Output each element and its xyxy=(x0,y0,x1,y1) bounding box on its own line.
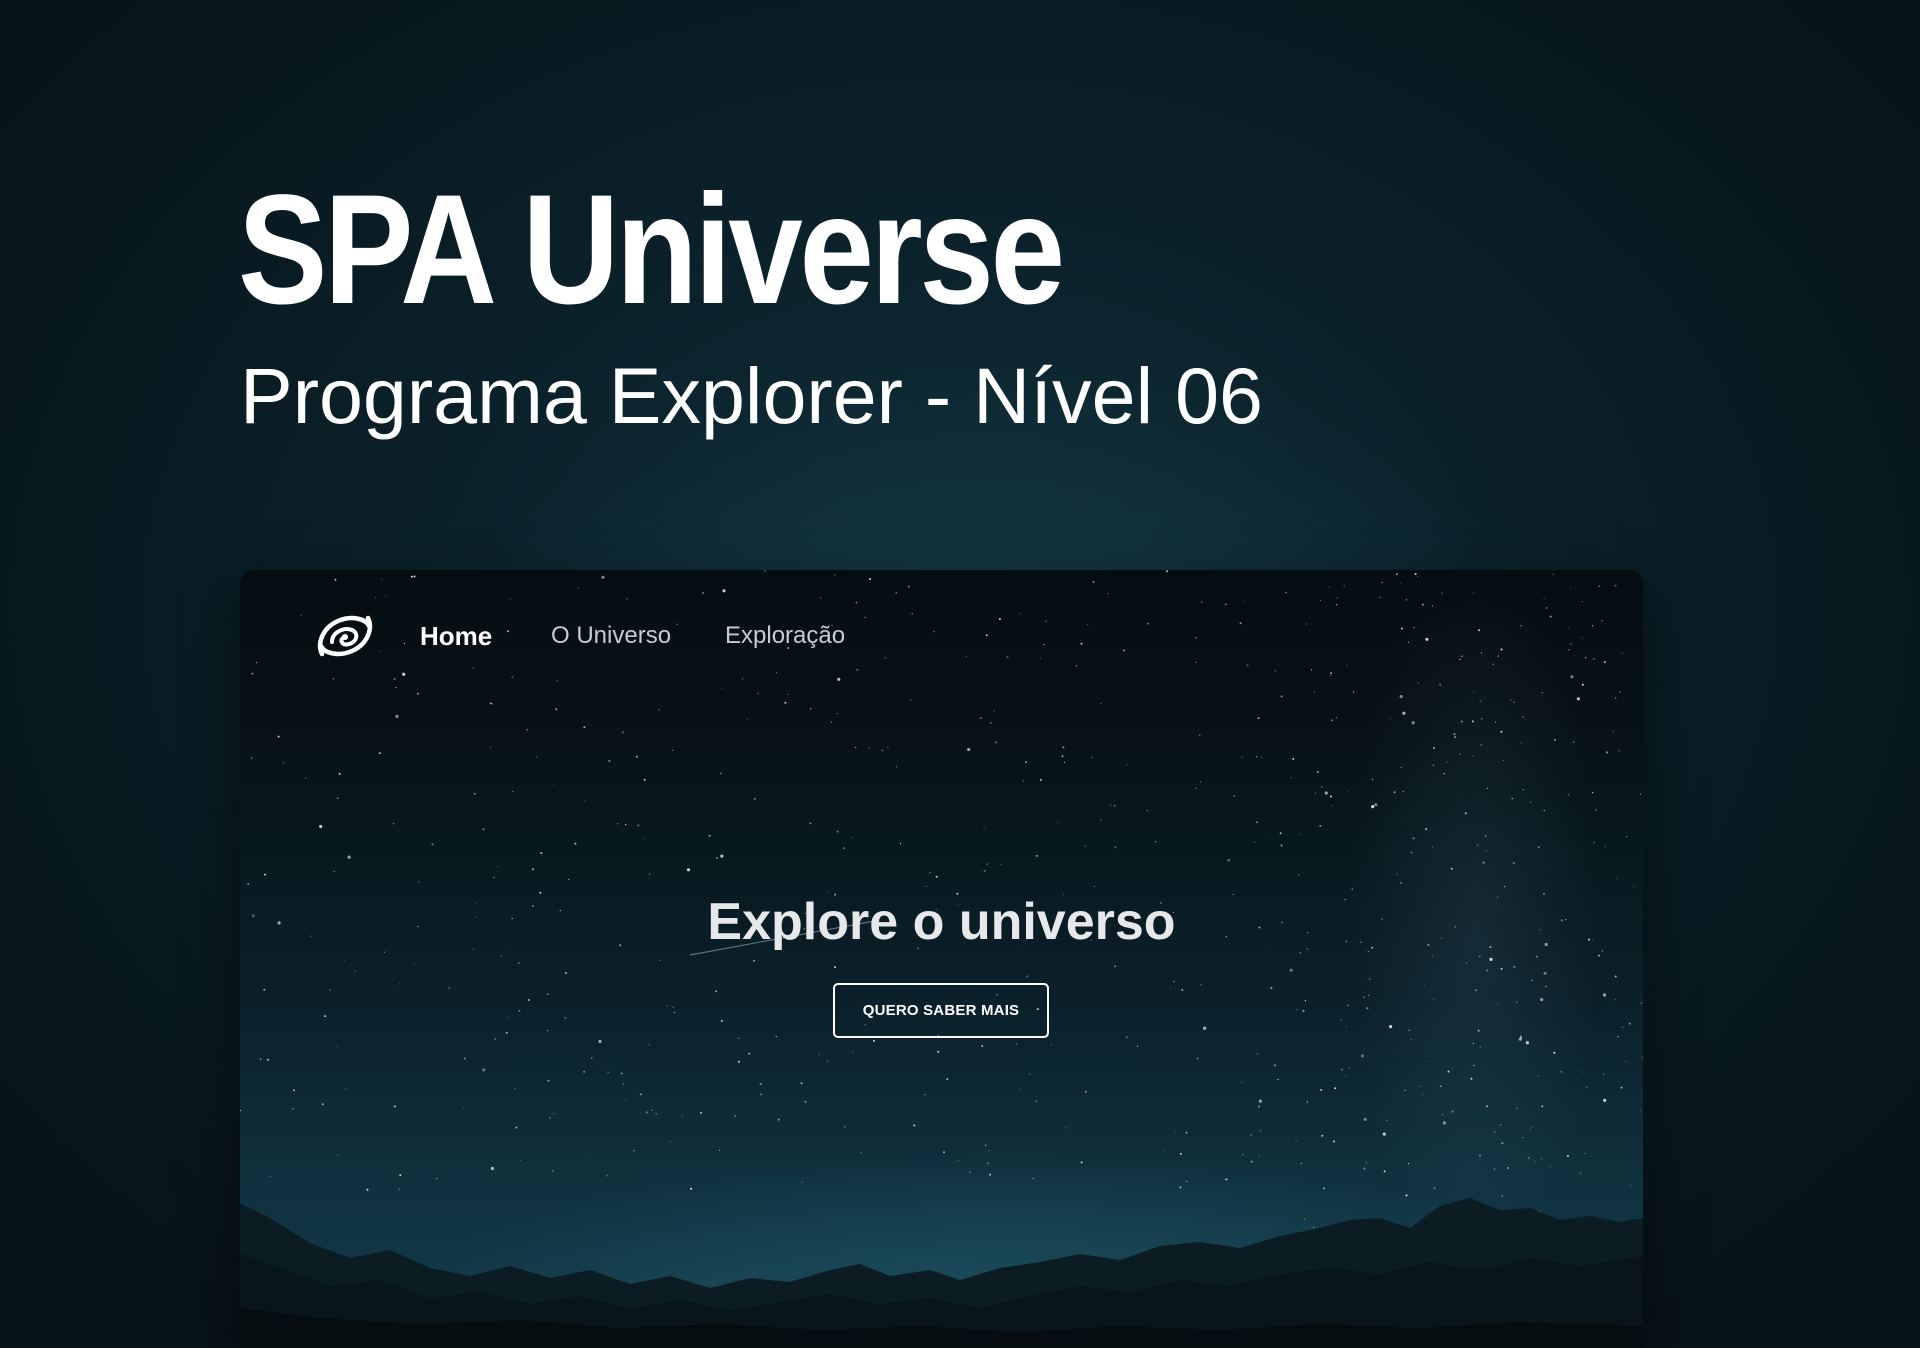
site-preview: Home O Universo Exploração Explore o uni… xyxy=(240,570,1643,1348)
nav-link-exploracao[interactable]: Exploração xyxy=(725,620,845,652)
galaxy-swirl-icon[interactable] xyxy=(316,610,374,662)
nav-link-o-universo[interactable]: O Universo xyxy=(551,620,671,652)
cover-subtitle: Programa Explorer - Nível 06 xyxy=(240,351,1263,440)
nav-link-home[interactable]: Home xyxy=(420,620,492,652)
cover-title: SPA Universe xyxy=(238,163,1065,337)
site-navbar: Home O Universo Exploração xyxy=(240,570,1643,700)
learn-more-button[interactable]: QUERO SABER MAIS xyxy=(833,983,1049,1038)
hero-title: Explore o universo xyxy=(707,893,1176,951)
mountain-silhouette xyxy=(240,1198,1643,1348)
